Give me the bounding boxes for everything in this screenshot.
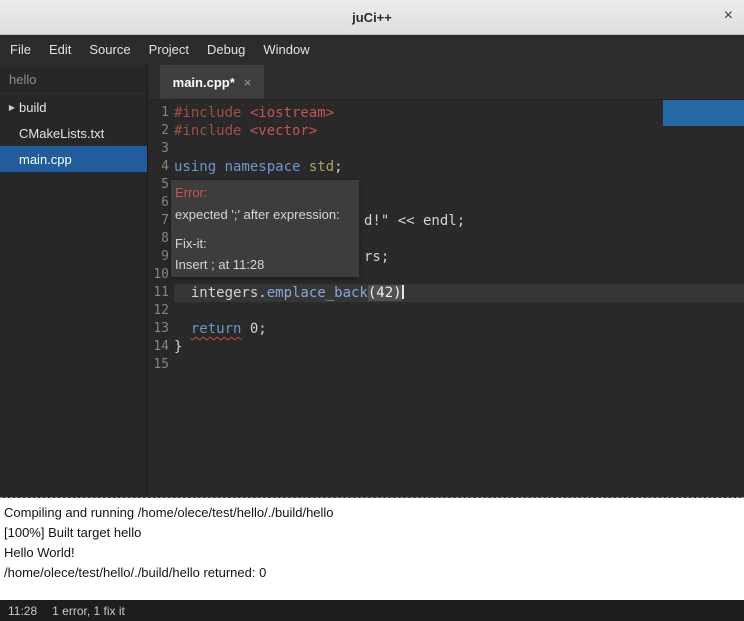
line-number: 1 — [148, 104, 174, 122]
line-number: 2 — [148, 122, 174, 140]
code-line[interactable]: 12 — [148, 302, 744, 320]
code-token: rs; — [364, 249, 389, 265]
main-area: hello ▶ build CMakeLists.txt main.cpp ma… — [0, 65, 744, 497]
line-number: 12 — [148, 302, 174, 320]
code-line[interactable]: 3 — [148, 140, 744, 158]
code-text: } — [174, 338, 744, 356]
code-token: d!" << endl; — [364, 213, 465, 229]
code-token: <vector> — [250, 123, 317, 139]
terminal-line: Compiling and running /home/olece/test/h… — [4, 503, 744, 523]
project-name: hello — [0, 65, 147, 94]
line-number: 13 — [148, 320, 174, 338]
code-line[interactable]: 2#include <vector> — [148, 122, 744, 140]
code-token: emplace_back — [267, 285, 368, 301]
menu-item-file[interactable]: File — [1, 35, 40, 65]
expander-icon[interactable]: ▶ — [5, 103, 19, 112]
line-number: 14 — [148, 338, 174, 356]
tree-item-label: build — [19, 100, 46, 115]
terminal-line: /home/olece/test/hello/./build/hello ret… — [4, 563, 744, 583]
code-token: ; — [334, 159, 342, 175]
code-line[interactable]: 14} — [148, 338, 744, 356]
code-line[interactable]: 15 — [148, 356, 744, 374]
tab-main-cpp[interactable]: main.cpp* × — [160, 65, 264, 99]
code-token — [174, 321, 191, 337]
close-icon[interactable]: × — [724, 8, 733, 24]
code-text: #include <iostream> — [174, 104, 744, 122]
title-bar: juCi++ × — [0, 0, 744, 35]
code-text — [174, 356, 744, 374]
menu-item-window[interactable]: Window — [254, 35, 318, 65]
menu-bar: File Edit Source Project Debug Window — [0, 35, 744, 65]
tree-item-cmakelists[interactable]: CMakeLists.txt — [0, 120, 147, 146]
code-editor[interactable]: 1#include <iostream>2#include <vector>34… — [148, 100, 744, 497]
menu-item-debug[interactable]: Debug — [198, 35, 254, 65]
editor-column: main.cpp* × 1#include <iostream>2#includ… — [148, 65, 744, 497]
status-bar: 11:28 1 error, 1 fix it — [0, 600, 744, 621]
code-token: #include — [174, 123, 250, 139]
code-token: } — [174, 339, 182, 355]
app-window: juCi++ × File Edit Source Project Debug … — [0, 0, 744, 621]
code-line[interactable]: 1#include <iostream> — [148, 104, 744, 122]
terminal-line: Hello World! — [4, 543, 744, 563]
code-token: #include — [174, 105, 250, 121]
code-text — [174, 140, 744, 158]
code-line[interactable]: 13 return 0; — [148, 320, 744, 338]
line-number: 11 — [148, 284, 174, 302]
code-line[interactable]: 4using namespace std; — [148, 158, 744, 176]
code-line[interactable]: 11 integers.emplace_back(42) — [148, 284, 744, 302]
tooltip-error-text: expected ';' after expression: — [175, 207, 359, 222]
text-cursor — [402, 285, 404, 299]
line-number: 15 — [148, 356, 174, 374]
tree-item-build[interactable]: ▶ build — [0, 94, 147, 120]
code-text: integers.emplace_back(42) — [174, 284, 744, 302]
code-token: 0; — [241, 321, 266, 337]
menu-item-source[interactable]: Source — [80, 35, 139, 65]
terminal-output: Compiling and running /home/olece/test/h… — [0, 498, 744, 600]
window-title: juCi++ — [352, 10, 392, 25]
tooltip-error-label: Error: — [175, 185, 359, 200]
code-text: #include <vector> — [174, 122, 744, 140]
menu-item-project[interactable]: Project — [140, 35, 198, 65]
diagnostic-tooltip: Error: expected ';' after expression: Fi… — [171, 180, 359, 277]
terminal-line: [100%] Built target hello — [4, 523, 744, 543]
tab-label: main.cpp* — [173, 75, 235, 90]
code-token: <iostream> — [250, 105, 334, 121]
code-token: return — [191, 321, 242, 337]
tree-item-label: main.cpp — [19, 152, 72, 167]
code-text — [174, 302, 744, 320]
line-number: 3 — [148, 140, 174, 158]
tab-bar: main.cpp* × — [148, 65, 744, 100]
scrollbar-thumb[interactable] — [663, 100, 744, 126]
file-tree-panel: hello ▶ build CMakeLists.txt main.cpp — [0, 65, 148, 497]
code-token: std — [309, 159, 334, 175]
code-token: integers. — [174, 285, 267, 301]
tooltip-fixit-text: Insert ; at 11:28 — [175, 257, 359, 272]
code-text: using namespace std; — [174, 158, 744, 176]
cursor-position: 11:28 — [8, 604, 37, 618]
menu-item-edit[interactable]: Edit — [40, 35, 80, 65]
tree-item-label: CMakeLists.txt — [19, 126, 104, 141]
error-status: 1 error, 1 fix it — [52, 604, 125, 618]
tree-item-main-cpp[interactable]: main.cpp — [0, 146, 147, 172]
code-token: (42) — [368, 285, 402, 301]
code-text: return 0; — [174, 320, 744, 338]
code-token: using namespace — [174, 159, 309, 175]
tooltip-fixit-label: Fix-it: — [175, 236, 359, 251]
tab-close-icon[interactable]: × — [244, 75, 252, 90]
line-number: 4 — [148, 158, 174, 176]
